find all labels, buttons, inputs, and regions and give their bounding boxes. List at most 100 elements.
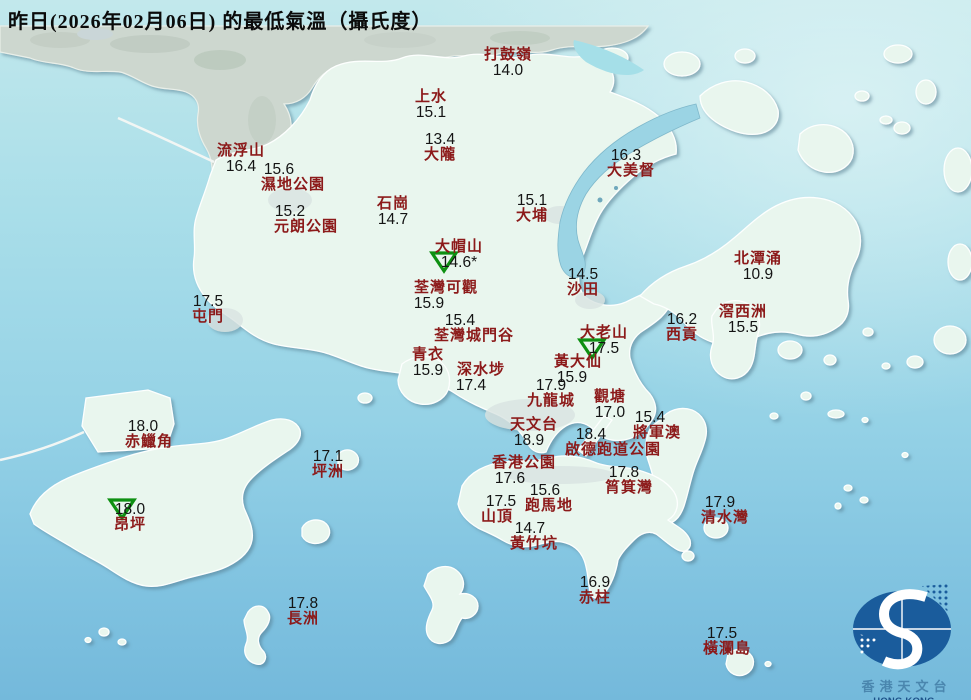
station-value: 15.1 xyxy=(516,191,548,209)
station-value: 14.5 xyxy=(567,265,599,283)
station: 觀塘 17.0 xyxy=(593,388,627,421)
station: 上水 15.1 xyxy=(414,88,448,121)
station-name: 清水灣 xyxy=(700,509,750,526)
station-name: 將軍澳 xyxy=(632,424,682,441)
station-value: 15.5 xyxy=(727,318,759,336)
station-name: 黃竹坑 xyxy=(509,535,559,552)
station-value: 17.5 xyxy=(192,292,224,310)
station-value: 14.0 xyxy=(492,61,524,79)
station-name: 石崗 xyxy=(376,195,410,212)
station-name: 坪洲 xyxy=(311,463,345,480)
station-value: 17.9 xyxy=(535,376,567,394)
station: 石崗 14.7 xyxy=(376,195,410,228)
station-name: 赤鱲角 xyxy=(124,433,174,450)
station-name: 屯門 xyxy=(191,308,225,325)
station-name: 大埔 xyxy=(515,207,549,224)
station: 18.0 赤鱲角 xyxy=(125,419,173,450)
station: 16.9 赤柱 xyxy=(579,575,611,606)
station: 14.7 黃竹坑 xyxy=(510,521,558,552)
station: 大老山 17.5 xyxy=(579,324,629,357)
station: 15.1 大埔 xyxy=(516,193,548,224)
station-value: 18.0 xyxy=(114,500,146,518)
station-name: 黃大仙 xyxy=(553,353,603,370)
station-name: 濕地公園 xyxy=(260,176,326,193)
station: 17.5 橫瀾島 xyxy=(703,626,751,657)
station-value: 10.9 xyxy=(742,265,774,283)
hko-logo-chinese: 香港天文台 xyxy=(861,679,952,694)
station-name: 大隴 xyxy=(423,146,457,163)
station-value: 13.4 xyxy=(424,130,456,148)
station: 荃灣可觀 15.9 xyxy=(413,279,479,312)
station-value: 17.1 xyxy=(312,447,344,465)
hko-logo: 香港天文台 HONG KONG OBSERVATORY xyxy=(836,584,971,700)
station-name: 大帽山 xyxy=(434,238,484,255)
station: 滘西洲 15.5 xyxy=(718,303,768,336)
station-value: 18.4 xyxy=(575,425,607,443)
station: 大帽山 14.6* xyxy=(434,238,484,271)
station: 14.5 沙田 xyxy=(567,267,599,298)
station: 北潭涌 10.9 xyxy=(733,250,783,283)
station-value: 17.5 xyxy=(485,492,517,510)
station-name: 觀塘 xyxy=(593,388,627,405)
ma-wan-island xyxy=(357,392,373,404)
station-value: 15.1 xyxy=(415,103,447,121)
station-value: 15.6 xyxy=(529,481,561,499)
station: 17.8 長洲 xyxy=(287,596,319,627)
station: 17.8 筲箕灣 xyxy=(605,465,653,496)
station: 16.2 西貢 xyxy=(666,312,698,343)
station-name: 元朗公園 xyxy=(273,218,339,235)
station-name: 香港公園 xyxy=(491,454,557,471)
station: 深水埗 17.4 xyxy=(456,361,506,394)
station-value: 17.8 xyxy=(287,594,319,612)
station: 17.1 坪洲 xyxy=(312,449,344,480)
station-value: 15.4 xyxy=(444,311,476,329)
station-name: 啟德跑道公園 xyxy=(564,441,662,458)
station-value: 17.8 xyxy=(608,463,640,481)
station-name: 赤柱 xyxy=(578,589,612,606)
station-name: 北潭涌 xyxy=(733,250,783,267)
hei-ling-chau xyxy=(301,519,331,545)
station: 13.4 大隴 xyxy=(424,132,456,163)
station-value: 17.5 xyxy=(706,624,738,642)
hk-map xyxy=(0,0,971,700)
station-value: 18.0 xyxy=(127,417,159,435)
station-value: 14.7 xyxy=(377,210,409,228)
station: 15.2 元朗公園 xyxy=(274,204,338,235)
station-name: 荃灣可觀 xyxy=(413,279,479,296)
station-name: 深水埗 xyxy=(456,361,506,378)
station-value: 17.4 xyxy=(455,376,487,394)
station-value: 16.9 xyxy=(579,573,611,591)
station: 15.6 濕地公園 xyxy=(261,162,325,193)
station: 17.9 九龍城 xyxy=(527,378,575,409)
station: 16.3 大美督 xyxy=(607,148,655,179)
station-name: 昂坪 xyxy=(113,516,147,533)
station-value: 16.2 xyxy=(666,310,698,328)
station-value: 15.2 xyxy=(274,202,306,220)
station-name: 上水 xyxy=(414,88,448,105)
station-name: 滘西洲 xyxy=(718,303,768,320)
station-name: 跑馬地 xyxy=(524,497,574,514)
station: 15.4 將軍澳 xyxy=(633,410,681,441)
station-value: 14.7 xyxy=(514,519,546,537)
station-name: 大老山 xyxy=(579,324,629,341)
station: 18.0 昂坪 xyxy=(114,502,146,533)
hko-logo-english: HONG KONG OBSERVATORY xyxy=(836,696,971,700)
station-value: 15.9 xyxy=(413,294,445,312)
station-name: 西貢 xyxy=(665,326,699,343)
station-value: 15.6 xyxy=(263,160,295,178)
station: 青衣 15.9 xyxy=(411,346,445,379)
station-value: 17.9 xyxy=(704,493,736,511)
station-name: 筲箕灣 xyxy=(604,479,654,496)
station: 15.6 跑馬地 xyxy=(525,483,573,514)
station-name: 長洲 xyxy=(286,610,320,627)
page-title: 昨日(2026年02月06日) 的最低氣溫（攝氏度） xyxy=(8,11,433,33)
station-value: 14.6* xyxy=(440,253,478,271)
station-name: 打鼓嶺 xyxy=(483,46,533,63)
station-value: 15.4 xyxy=(634,408,666,426)
station-value: 15.9 xyxy=(412,361,444,379)
station-name: 青衣 xyxy=(411,346,445,363)
hko-logo-icon xyxy=(853,584,951,670)
station: 17.9 清水灣 xyxy=(701,495,749,526)
station: 打鼓嶺 14.0 xyxy=(483,46,533,79)
station-name: 荃灣城門谷 xyxy=(433,327,515,344)
